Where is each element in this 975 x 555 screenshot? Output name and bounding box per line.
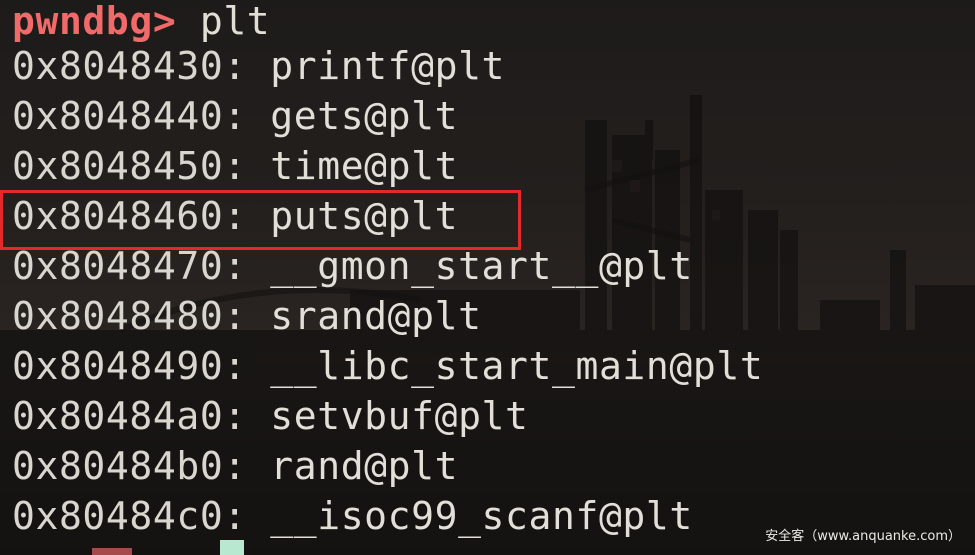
plt-entry: 0x8048440: gets@plt	[12, 94, 763, 144]
plt-address: 0x8048440:	[12, 94, 247, 138]
prompt-label: pwndbg>	[12, 0, 177, 43]
terminal-output: pwndbg> plt 0x8048430: printf@plt 0x8048…	[12, 0, 763, 544]
plt-symbol: rand@plt	[246, 444, 459, 488]
plt-symbol: srand@plt	[246, 294, 482, 338]
plt-symbol: __isoc99_scanf@plt	[246, 494, 693, 538]
plt-entry: 0x8048470: __gmon_start__@plt	[12, 244, 763, 294]
prompt-line: pwndbg> plt	[12, 0, 763, 44]
plt-address: 0x80484c0:	[12, 494, 247, 538]
plt-entry: 0x80484a0: setvbuf@plt	[12, 394, 763, 444]
plt-entry: 0x8048490: __libc_start_main@plt	[12, 344, 763, 394]
plt-address: 0x8048470:	[12, 244, 247, 288]
plt-address: 0x80484b0:	[12, 444, 247, 488]
terminal-cursor[interactable]	[220, 540, 244, 555]
plt-address: 0x8048450:	[12, 144, 247, 188]
plt-symbol: time@plt	[246, 144, 459, 188]
highlight-box	[0, 190, 521, 250]
terminal-window[interactable]: pwndbg> plt 0x8048430: printf@plt 0x8048…	[0, 0, 975, 555]
plt-address: 0x8048490:	[12, 344, 247, 388]
plt-symbol: __libc_start_main@plt	[246, 344, 764, 388]
plt-entry: 0x8048430: printf@plt	[12, 44, 763, 94]
plt-entry: 0x80484b0: rand@plt	[12, 444, 763, 494]
plt-entry: 0x80484c0: __isoc99_scanf@plt	[12, 494, 763, 544]
plt-symbol: setvbuf@plt	[246, 394, 529, 438]
plt-address: 0x80484a0:	[12, 394, 247, 438]
plt-symbol: printf@plt	[246, 44, 506, 88]
watermark: 安全客（www.anquanke.com）	[765, 529, 961, 544]
plt-address: 0x8048480:	[12, 294, 247, 338]
plt-symbol: gets@plt	[246, 94, 459, 138]
plt-entry: 0x8048450: time@plt	[12, 144, 763, 194]
plt-symbol: __gmon_start__@plt	[246, 244, 693, 288]
command-text: plt	[176, 0, 271, 43]
plt-entry: 0x8048480: srand@plt	[12, 294, 763, 344]
partial-prompt-glyph	[92, 548, 132, 555]
plt-address: 0x8048430:	[12, 44, 247, 88]
